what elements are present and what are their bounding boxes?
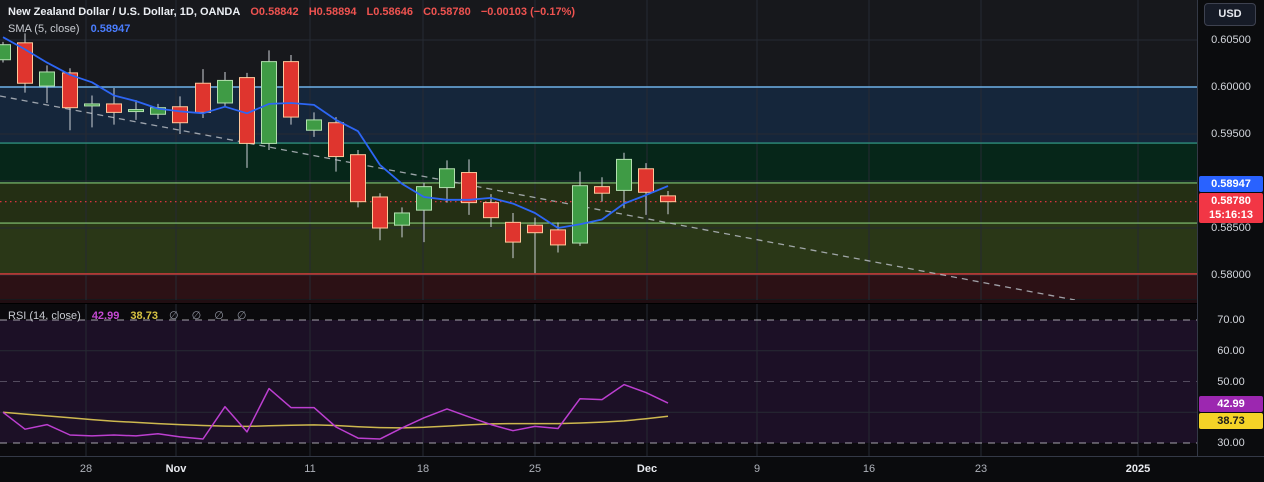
rsi-pane[interactable] <box>0 304 1197 456</box>
candle <box>261 50 277 150</box>
candle-body-up <box>261 61 277 144</box>
sma-legend[interactable]: SMA (5, close) 0.58947 <box>8 23 130 35</box>
time-axis-label: 16 <box>862 463 876 475</box>
candle-body-down <box>461 172 477 204</box>
price-pane[interactable] <box>0 0 1197 303</box>
axis-price-label: 50.00 <box>1217 376 1245 388</box>
sma-value: 0.58947 <box>90 23 131 35</box>
rsi-slow-value: 38.73 <box>130 310 158 322</box>
axis-price-label: 60.00 <box>1217 345 1245 357</box>
candle-body-up <box>616 158 632 191</box>
candle-body-up <box>306 119 322 131</box>
candle-body-down <box>594 186 610 194</box>
candle-body-down <box>372 196 388 229</box>
axis-price-label: 0.58500 <box>1211 222 1251 234</box>
candle <box>283 55 299 125</box>
axis-price-label: 0.59500 <box>1211 128 1251 140</box>
symbol-legend[interactable]: New Zealand Dollar / U.S. Dollar, 1D, OA… <box>8 6 575 18</box>
price-zone-band <box>0 223 1197 274</box>
time-axis-label: 2025 <box>1125 463 1151 475</box>
axis-price-label: 30.00 <box>1217 437 1245 449</box>
candle-body-up <box>39 71 55 87</box>
chart-area: New Zealand Dollar / U.S. Dollar, 1D, OA… <box>0 0 1197 482</box>
candle-body-down <box>328 122 344 158</box>
currency-button[interactable]: USD <box>1204 3 1256 26</box>
candle-body-down <box>527 224 543 234</box>
candle-body-down <box>550 229 566 246</box>
candle-body-up <box>394 212 410 226</box>
symbol-title: New Zealand Dollar / U.S. Dollar, 1D, OA… <box>8 6 241 18</box>
rsi-label: RSI (14, close) <box>8 310 81 322</box>
price-change: −0.00103 (−0.17%) <box>480 6 576 18</box>
price-zone-band <box>0 143 1197 183</box>
candle-body-up <box>84 103 100 107</box>
axis-price-label: 0.60500 <box>1211 34 1251 46</box>
time-axis-label: 18 <box>416 463 430 475</box>
time-axis-label: 23 <box>974 463 988 475</box>
rsi-legend[interactable]: RSI (14, close) 42.99 38.73 ∅ ∅ ∅ ∅ <box>8 309 252 322</box>
candle-body-down <box>638 168 654 193</box>
ohlc-high: H0.58894 <box>308 6 357 18</box>
candle-body-down <box>350 154 366 203</box>
rsi-hidden-values: ∅ ∅ ∅ ∅ <box>169 310 252 322</box>
last-price-badge: 0.58780 15:16:13 <box>1199 193 1263 223</box>
ohlc-open: O0.58842 <box>250 6 299 18</box>
candle-body-down <box>62 72 78 109</box>
time-axis-label: 25 <box>528 463 542 475</box>
price-axis[interactable]: USD 0.60500 0.60000 0.59500 0.58500 0.58000 7… <box>1197 0 1264 456</box>
rsi-fast-value: 42.99 <box>91 310 120 322</box>
candle-body-up <box>572 185 588 244</box>
candle-body-up <box>128 109 144 113</box>
price-zone-band <box>0 273 1197 299</box>
axis-price-label: 70.00 <box>1217 314 1245 326</box>
trading-chart-app: New Zealand Dollar / U.S. Dollar, 1D, OA… <box>0 0 1264 482</box>
time-axis-label: 9 <box>753 463 761 475</box>
candle-body-down <box>195 82 211 113</box>
candle <box>350 149 366 208</box>
rsi-fast-badge: 42.99 <box>1199 396 1263 412</box>
sma-label: SMA (5, close) <box>8 23 80 35</box>
sma-price-badge: 0.58947 <box>1199 176 1263 192</box>
ohlc-low: L0.58646 <box>366 6 413 18</box>
time-axis-label: Dec <box>636 463 658 475</box>
time-axis-label: Nov <box>165 463 187 475</box>
candle-body-down <box>106 103 122 113</box>
candle-body-up <box>439 168 455 189</box>
candle-body-up <box>217 79 233 104</box>
time-axis-label: 11 <box>304 463 316 475</box>
candle-body-up <box>0 44 11 61</box>
candle-body-down <box>483 202 499 219</box>
axis-price-label: 0.60000 <box>1211 81 1251 93</box>
axis-price-label: 0.58000 <box>1211 269 1251 281</box>
candle-body-down <box>505 221 521 243</box>
time-axis-label: 28 <box>79 463 93 475</box>
ohlc-close: C0.58780 <box>423 6 471 18</box>
candle-body-down <box>283 61 299 118</box>
candle <box>0 41 11 63</box>
candle-body-down <box>660 195 676 203</box>
rsi-slow-badge: 38.73 <box>1199 413 1263 429</box>
candle-body-down <box>172 106 188 124</box>
time-axis[interactable]: 28 Nov 11 18 25 Dec 9 16 23 2025 <box>0 456 1264 482</box>
